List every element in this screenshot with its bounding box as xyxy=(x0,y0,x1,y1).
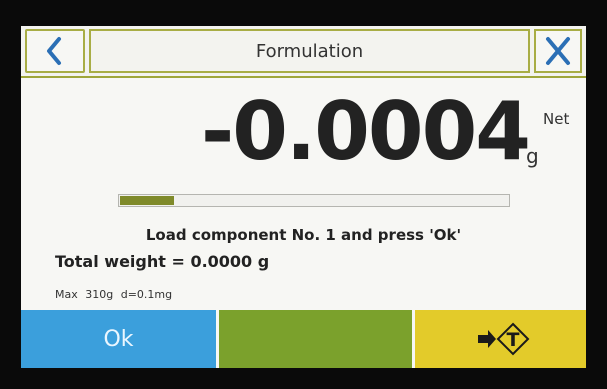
device-bezel: Formulation -0.0004 g Net Load component… xyxy=(0,0,607,389)
instruction-text: Load component No. 1 and press 'Ok' xyxy=(145,226,462,244)
chevron-left-icon xyxy=(47,37,61,65)
scale-specs: Max 310g d=0.1mg xyxy=(55,288,172,301)
progress-bar xyxy=(118,194,510,207)
ok-button-label: Ok xyxy=(103,326,134,352)
ok-button[interactable]: Ok xyxy=(21,310,216,368)
progress-bar-fill xyxy=(120,196,174,205)
svg-text:T: T xyxy=(506,329,519,351)
page-title: Formulation xyxy=(89,29,530,73)
footer-bar: Ok T xyxy=(21,310,586,368)
back-button[interactable] xyxy=(25,29,85,73)
touch-screen: Formulation -0.0004 g Net Load component… xyxy=(21,26,586,368)
title-bar: Formulation xyxy=(21,26,586,78)
close-icon xyxy=(546,37,570,65)
weight-unit: g xyxy=(526,144,539,168)
close-button[interactable] xyxy=(534,29,582,73)
page-title-text: Formulation xyxy=(255,40,364,62)
net-indicator: Net xyxy=(543,110,570,128)
resolution: d=0.1mg xyxy=(120,288,173,301)
max-capacity: Max 310g xyxy=(55,288,114,301)
tare-icon: T xyxy=(477,322,529,356)
blank-function-button[interactable] xyxy=(219,310,412,368)
total-weight-text: Total weight = 0.0000 g xyxy=(55,252,270,271)
weight-readout: -0.0004 xyxy=(201,85,531,178)
tare-button[interactable]: T xyxy=(415,310,586,368)
